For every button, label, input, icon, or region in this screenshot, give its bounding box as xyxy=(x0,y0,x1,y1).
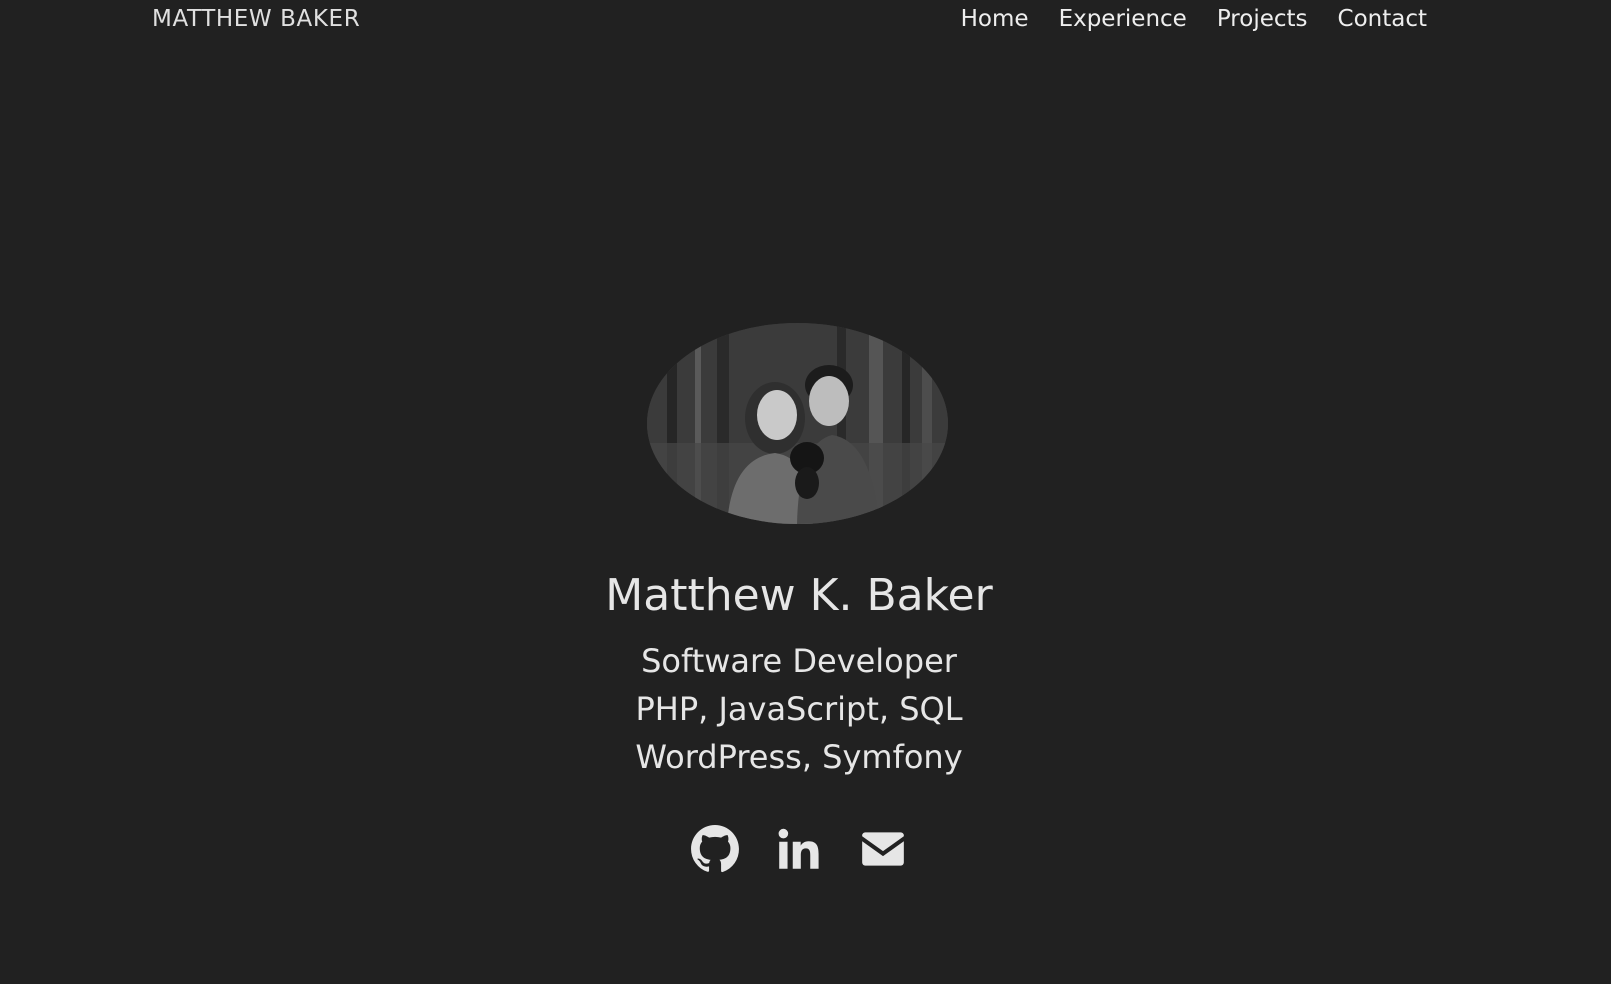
brand-link[interactable]: MATTHEW BAKER xyxy=(152,6,360,32)
navbar: MATTHEW BAKER Home Experience Projects C… xyxy=(0,0,1611,44)
github-link[interactable] xyxy=(690,824,740,874)
skills-languages: PHP, JavaScript, SQL xyxy=(635,690,963,728)
social-links xyxy=(690,824,908,874)
nav-links: Home Experience Projects Contact xyxy=(961,6,1427,32)
skills-frameworks: WordPress, Symfony xyxy=(635,738,963,776)
profile-name: Matthew K. Baker xyxy=(605,570,993,621)
nav-link-contact[interactable]: Contact xyxy=(1338,6,1427,32)
linkedin-icon xyxy=(778,828,819,869)
nav-link-projects[interactable]: Projects xyxy=(1217,6,1308,32)
email-link[interactable] xyxy=(858,824,908,874)
nav-link-experience[interactable]: Experience xyxy=(1059,6,1187,32)
github-icon xyxy=(691,825,739,873)
envelope-icon xyxy=(862,832,904,866)
profile-photo xyxy=(647,323,948,524)
job-title: Software Developer xyxy=(641,642,957,680)
linkedin-link[interactable] xyxy=(774,824,824,874)
profile-photo-illustration xyxy=(647,323,948,524)
nav-link-home[interactable]: Home xyxy=(961,6,1029,32)
